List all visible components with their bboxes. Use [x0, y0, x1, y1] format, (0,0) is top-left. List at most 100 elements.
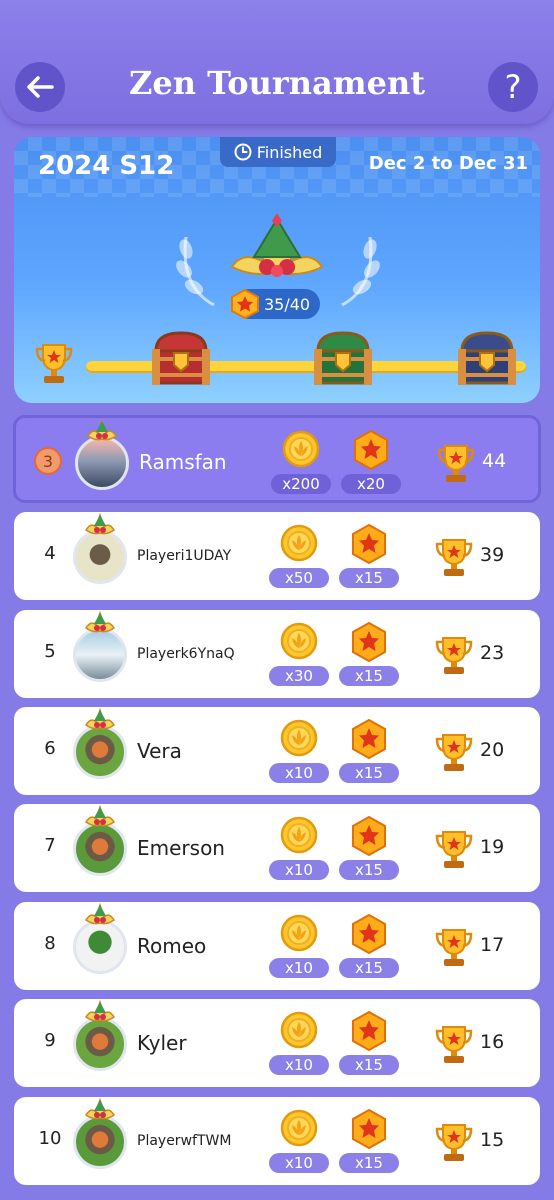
player-name: Playerk6YnaQ	[137, 646, 235, 662]
player-name: PlayerwfTWM	[137, 1133, 232, 1149]
rank-number: 5	[44, 641, 56, 662]
player-score: 44	[482, 450, 507, 472]
star-amount: x20	[341, 474, 401, 494]
progress-text: 35/40	[264, 294, 311, 314]
leaderboard-row[interactable]: 7 Emerson x10 x15 19	[14, 804, 540, 892]
avatar[interactable]	[73, 530, 127, 584]
coin-amount: x10	[269, 763, 329, 783]
star-amount: x15	[339, 1055, 399, 1075]
trophy-icon	[435, 929, 473, 966]
star-reward: x15	[339, 914, 399, 978]
trophy-icon	[435, 539, 473, 576]
star-badge-icon	[352, 719, 386, 759]
avatar[interactable]	[73, 1017, 127, 1071]
crown-icon	[84, 804, 116, 827]
laurel-left-icon	[176, 236, 215, 307]
player-name: Kyler	[137, 1031, 187, 1055]
coin-amount: x10	[269, 860, 329, 880]
star-badge-icon	[352, 622, 386, 662]
leaderboard-row[interactable]: 9 Kyler x10 x15 16	[14, 999, 540, 1087]
coin-reward: x10	[269, 1011, 329, 1075]
avatar[interactable]	[73, 1115, 127, 1169]
avatar[interactable]	[73, 725, 127, 779]
page-title: Zen Tournament	[129, 64, 425, 102]
leaderboard-row[interactable]: 10 PlayerwfTWM x10 x15 15	[14, 1097, 540, 1185]
coin-amount: x200	[271, 474, 331, 494]
crown-icon	[86, 418, 118, 441]
season-dates: Dec 2 to Dec 31	[368, 153, 528, 174]
rank-number: 4	[44, 543, 56, 564]
season-label: 2024 S12	[38, 151, 175, 181]
star-amount: x15	[339, 666, 399, 686]
star-amount: x15	[339, 568, 399, 588]
star-badge-icon	[352, 914, 386, 954]
star-reward: x15	[339, 622, 399, 686]
coin-amount: x30	[269, 666, 329, 686]
coin-icon	[280, 622, 318, 660]
leaderboard-row[interactable]: 5 Playerk6YnaQ x30 x15 23	[14, 610, 540, 698]
avatar[interactable]	[73, 822, 127, 876]
trophy-icon	[437, 445, 475, 482]
star-badge-icon	[354, 430, 388, 470]
star-reward: x15	[339, 524, 399, 588]
coin-icon	[280, 1011, 318, 1049]
crown-icon	[84, 707, 116, 730]
rank-badge: 3	[34, 447, 62, 475]
rank-number: 7	[44, 835, 56, 856]
leaderboard-row[interactable]: 8 Romeo x10 x15 17	[14, 902, 540, 990]
star-reward: x15	[339, 719, 399, 783]
rank-number: 9	[44, 1030, 56, 1051]
crown-icon	[84, 999, 116, 1022]
star-amount: x15	[339, 958, 399, 978]
avatar[interactable]	[73, 628, 127, 682]
trophy-icon	[35, 344, 73, 383]
star-badge-icon	[352, 524, 386, 564]
coin-amount: x10	[269, 1153, 329, 1173]
help-button[interactable]: ?	[488, 62, 538, 112]
status-text: Finished	[256, 142, 323, 162]
star-badge-icon	[352, 816, 386, 856]
avatar[interactable]	[75, 436, 129, 490]
coin-icon	[282, 430, 320, 468]
coin-amount: x50	[269, 568, 329, 588]
rank-number: 6	[44, 738, 56, 759]
trophy-icon	[435, 831, 473, 868]
coin-reward: x10	[269, 719, 329, 783]
star-reward: x15	[339, 1109, 399, 1173]
rank-number: 8	[44, 933, 56, 954]
leaderboard-row[interactable]: 6 Vera x10 x15 20	[14, 707, 540, 795]
status-badge: Finished	[220, 137, 336, 167]
star-amount: x15	[339, 860, 399, 880]
avatar[interactable]	[73, 920, 127, 974]
coin-icon	[280, 816, 318, 854]
player-score: 19	[480, 836, 505, 858]
star-reward: x15	[339, 816, 399, 880]
player-score: 15	[480, 1129, 505, 1151]
chest-green-icon	[314, 331, 372, 385]
coin-icon	[280, 1109, 318, 1147]
clock-icon	[234, 143, 252, 161]
star-amount: x15	[339, 1153, 399, 1173]
player-score: 20	[480, 739, 505, 761]
trophy-icon	[435, 734, 473, 771]
player-name: Playeri1UDAY	[137, 548, 232, 564]
star-reward: x20	[341, 430, 401, 494]
season-banner: 2024 S12 Finished Dec 2 to Dec 31 35/40	[14, 137, 540, 403]
player-name: Emerson	[137, 836, 225, 860]
coin-reward: x30	[269, 622, 329, 686]
coin-reward: x10	[269, 1109, 329, 1173]
star-reward: x15	[339, 1011, 399, 1075]
leaderboard-row-current-player[interactable]: 3 Ramsfan x200 x20 44	[13, 415, 541, 503]
chest-navy-icon	[458, 331, 516, 385]
coin-icon	[280, 719, 318, 757]
coin-amount: x10	[269, 958, 329, 978]
crown-icon	[84, 1097, 116, 1120]
player-score: 39	[480, 544, 505, 566]
leaderboard-row[interactable]: 4 Playeri1UDAY x50 x15 39	[14, 512, 540, 600]
trophy-icon	[435, 1026, 473, 1063]
star-badge-icon	[352, 1011, 386, 1051]
player-name: Romeo	[137, 934, 207, 958]
chest-red-icon	[152, 331, 210, 385]
player-name: Ramsfan	[139, 450, 227, 474]
coin-icon	[280, 524, 318, 562]
